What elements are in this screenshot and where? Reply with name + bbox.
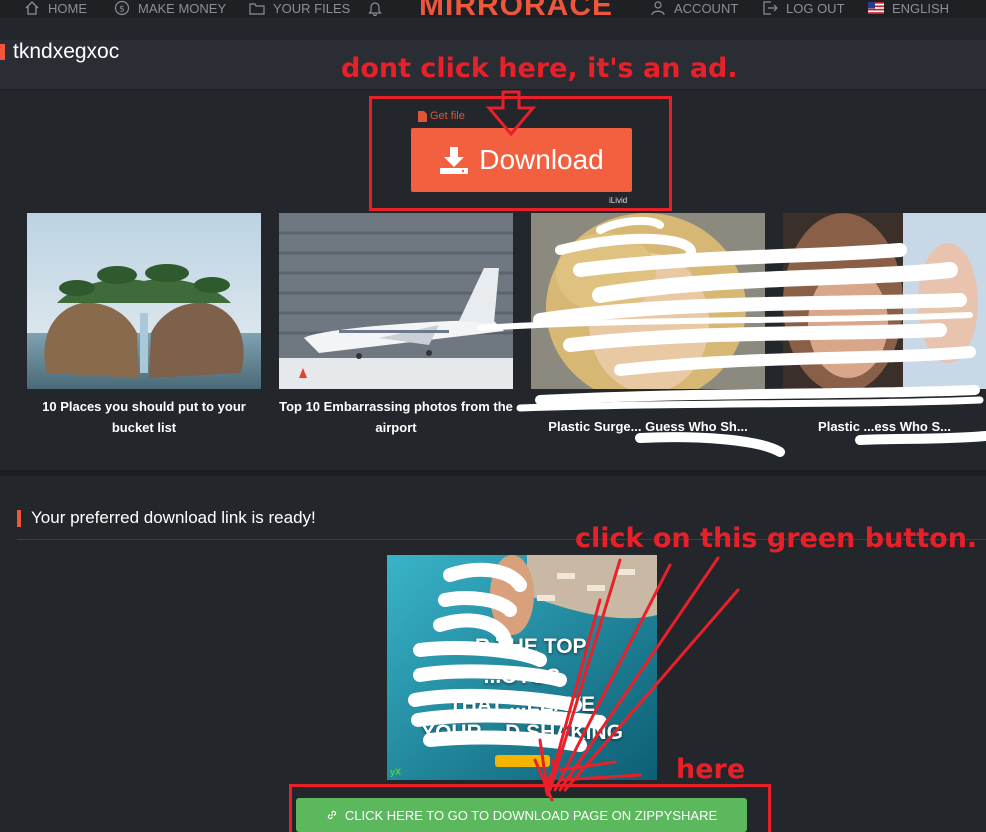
nav-logout-label: LOG OUT (786, 0, 845, 16)
nav-language[interactable]: ENGLISH (868, 0, 949, 16)
nav-language-label: ENGLISH (892, 0, 950, 16)
promo-line-3: THAT ...LEAVE (448, 693, 596, 716)
thumbnail-plastic-surgery-1[interactable] (531, 213, 765, 389)
download-ready-text: Your preferred download link is ready! (31, 508, 316, 527)
file-title: tkndxegxoc (13, 40, 120, 63)
promo-ad[interactable]: ...R THE TOP ...OTOS THAT ...LEAVE YOUR … (387, 555, 657, 780)
title-accent (0, 44, 5, 60)
thumbnail-caption-3[interactable]: Plastic Surge... Guess Who Sh... (531, 417, 765, 437)
thumbnail-image (531, 213, 765, 389)
nav-notifications[interactable] (367, 0, 383, 16)
thumbnail-image (27, 213, 261, 389)
nav-account[interactable]: ACCOUNT (650, 0, 738, 16)
nav-your-files-label: YOUR FILES (273, 0, 351, 16)
folder-icon (249, 3, 265, 15)
nav-make-money-label: MAKE MONEY (138, 0, 227, 16)
thumbnail-image (783, 213, 986, 389)
nav-logout[interactable]: LOG OUT (762, 0, 845, 16)
nav-make-money[interactable]: $ MAKE MONEY (114, 0, 226, 16)
nav-your-files[interactable]: YOUR FILES (249, 0, 350, 16)
thumbnail-caption-1[interactable]: 10 Places you should put to your bucket … (27, 396, 261, 438)
home-icon (25, 1, 39, 15)
logout-icon (763, 1, 778, 15)
nav-account-label: ACCOUNT (674, 0, 739, 16)
ready-accent (17, 510, 21, 527)
ad-warning-annotation: dont click here, it's an ad. (341, 53, 738, 84)
nav-home-label: HOME (48, 0, 87, 16)
promo-brand: yX (390, 767, 402, 777)
dollar-icon: $ (114, 0, 130, 16)
nav-home[interactable]: HOME (24, 0, 87, 16)
thumbnail-bucket-list[interactable] (27, 213, 261, 389)
user-icon (651, 1, 665, 16)
green-button-annotation: click on this green button. (575, 523, 978, 554)
mirrorace-logo[interactable]: MIRRORACE (419, 0, 613, 21)
ad-warning-box (369, 96, 672, 211)
svg-text:$: $ (119, 5, 125, 15)
bell-icon (368, 2, 382, 16)
thumbnail-image (279, 213, 513, 389)
thumbnail-caption-2[interactable]: Top 10 Embarrassing photos from the airp… (279, 396, 513, 438)
thumbnail-caption-4[interactable]: Plastic ...ess Who S... (783, 417, 986, 437)
section-separator (0, 470, 986, 476)
here-annotation: here (676, 754, 746, 785)
promo-line-2: ...OTOS (483, 665, 561, 688)
promo-line-1: ...R THE TOP (457, 635, 587, 658)
thumbnail-plastic-surgery-2[interactable] (783, 213, 986, 389)
green-button-box (289, 784, 771, 832)
us-flag-icon (868, 2, 884, 14)
promo-line-4: YOUR ...D SHAKING (421, 721, 623, 744)
top-nav: HOME $ MAKE MONEY YOUR FILES MIRRORACE A… (0, 0, 986, 21)
thumbnail-airport[interactable] (279, 213, 513, 389)
